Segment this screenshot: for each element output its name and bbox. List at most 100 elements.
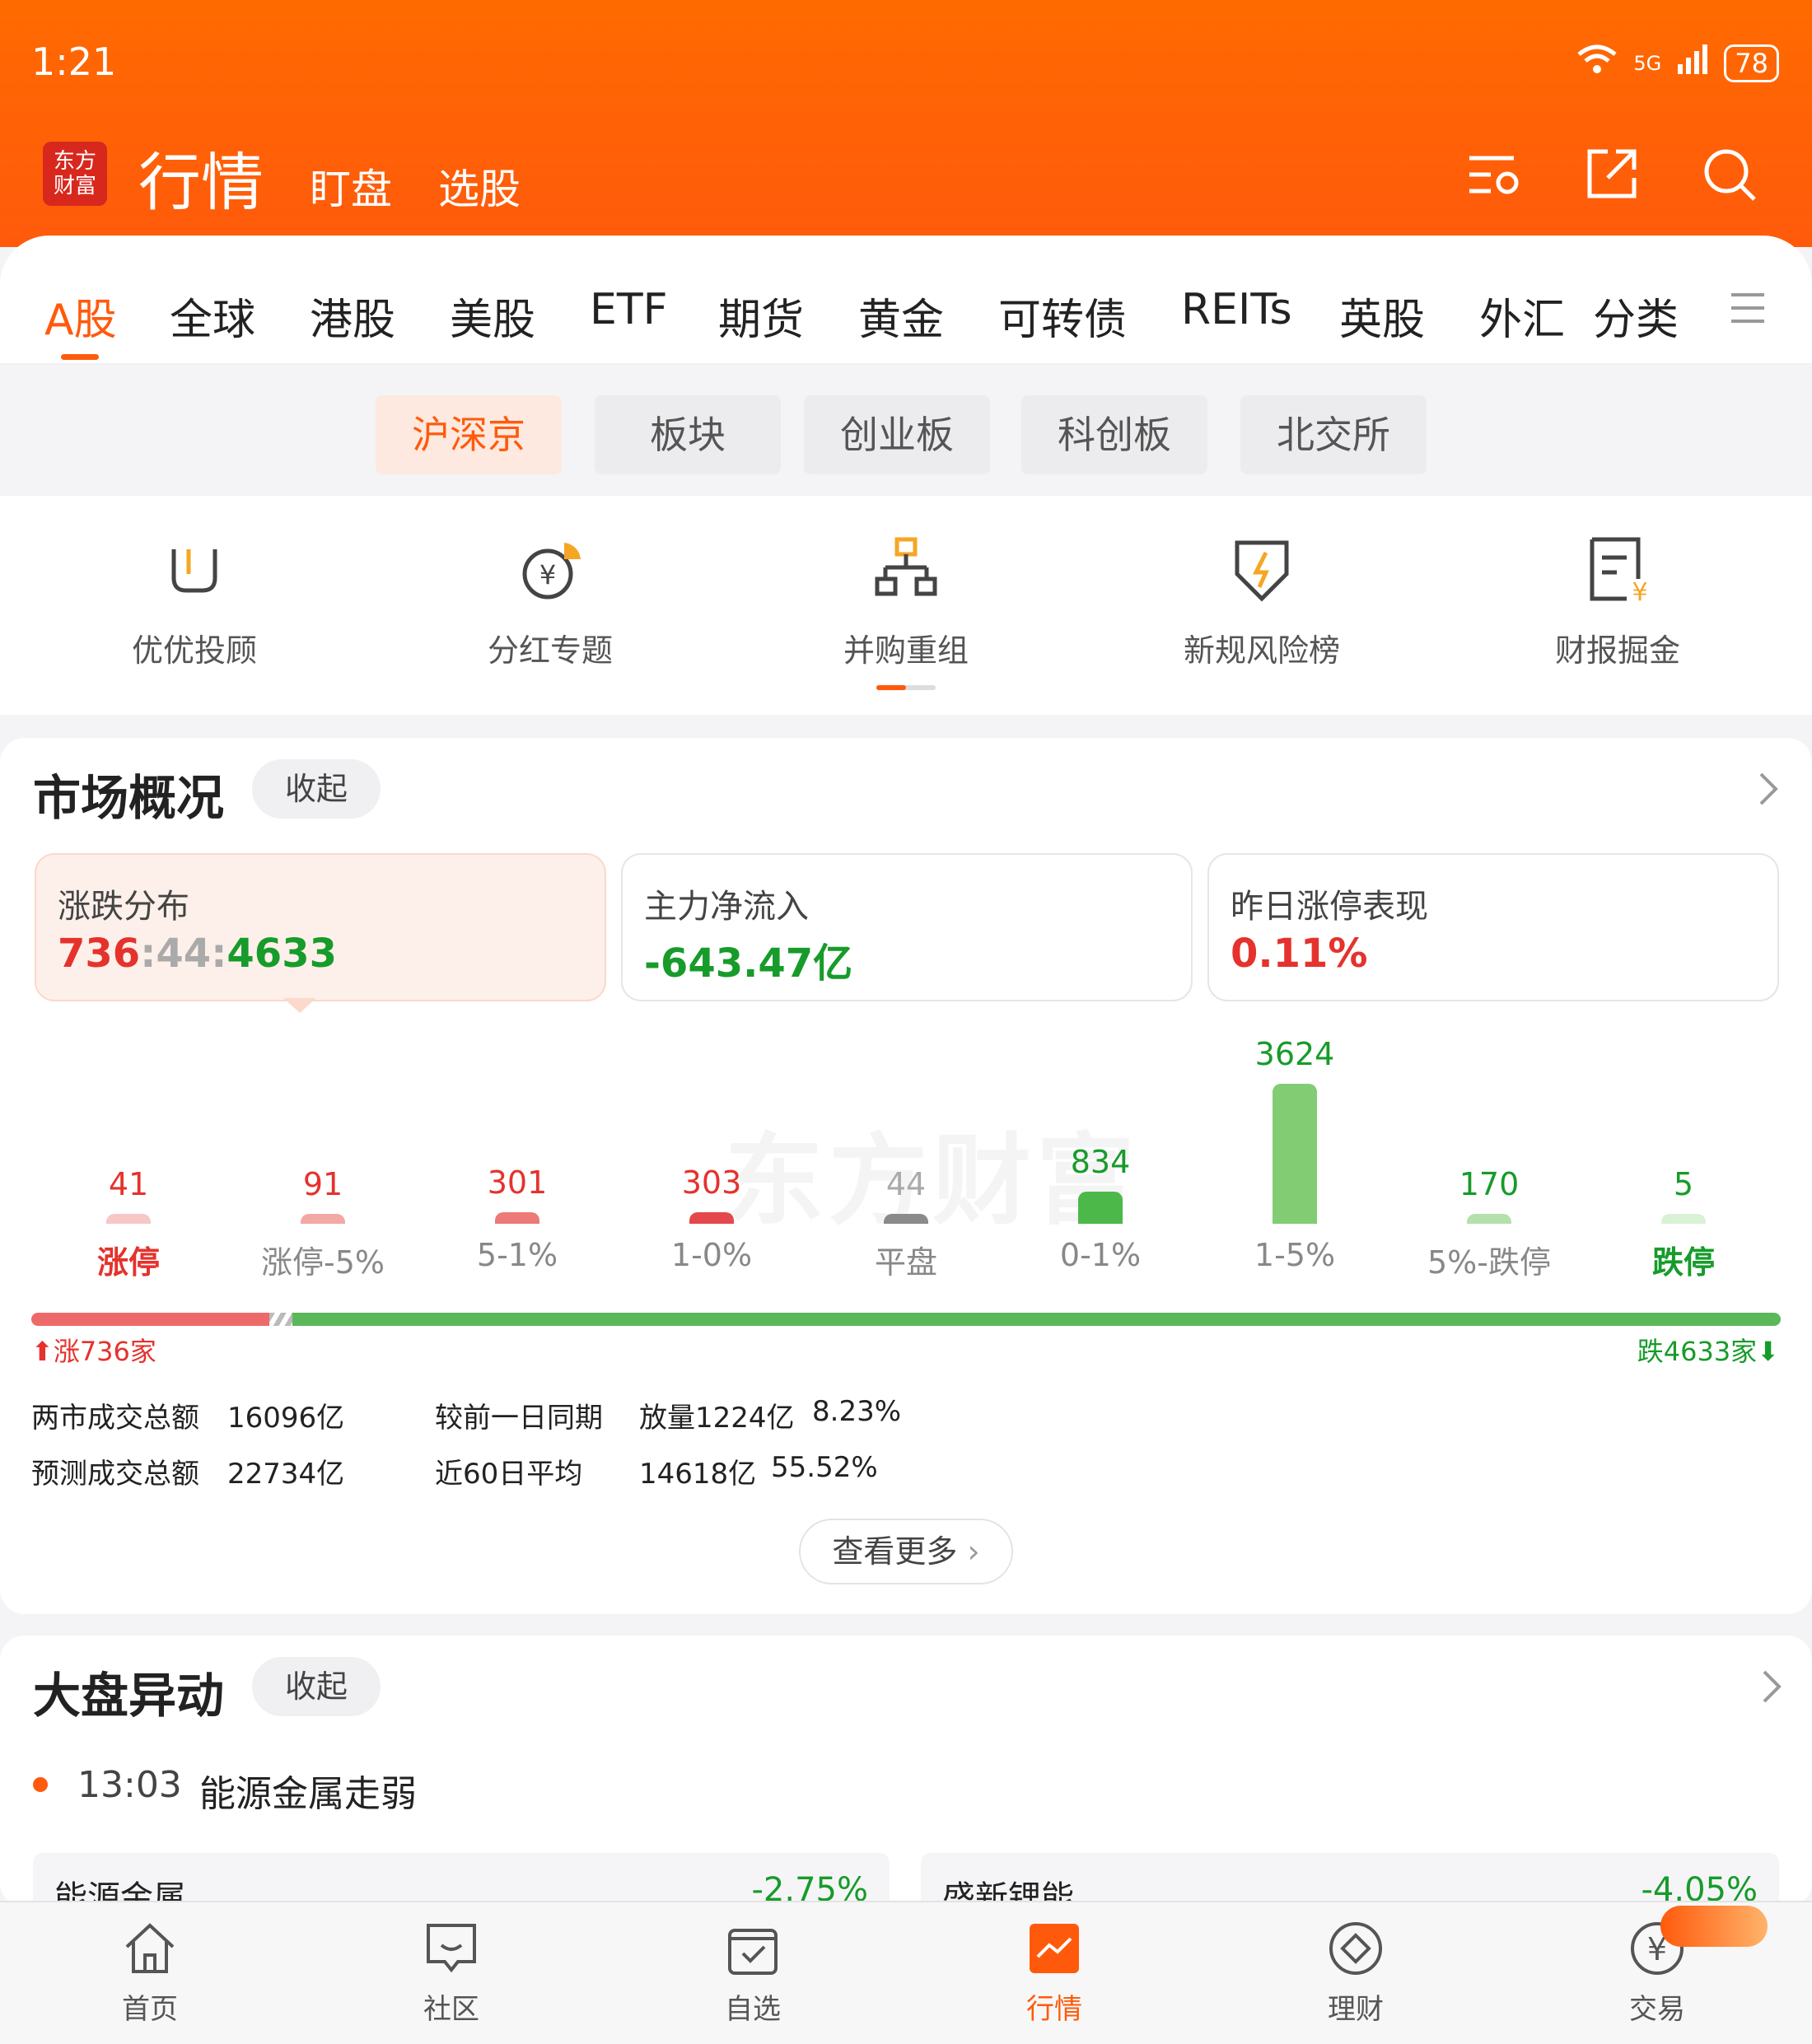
distribution-value: 834	[1070, 1144, 1131, 1180]
subtab-star[interactable]: 科创板	[1021, 395, 1207, 474]
app-header	[0, 0, 1812, 247]
nav-community-label: 社区	[423, 1993, 479, 2026]
sub-tabs: 沪深京 板块 创业板 科创板 北交所	[0, 364, 1812, 496]
up-down-ratio-bar	[31, 1313, 1781, 1326]
tab-global[interactable]: 全球	[170, 285, 255, 347]
distribution-value: 301	[487, 1164, 548, 1201]
distribution-label: 1-0%	[670, 1237, 753, 1273]
subtab-bse[interactable]: 北交所	[1240, 395, 1427, 474]
tab-a-share[interactable]: A股	[44, 285, 117, 347]
distribution-bar	[301, 1214, 345, 1224]
tab-uk[interactable]: 英股	[1339, 285, 1425, 347]
feature-mna[interactable]: 并购重组	[782, 533, 1030, 690]
subtab-chinext[interactable]: 创业板	[804, 395, 990, 474]
event-time: 13:03	[77, 1764, 182, 1806]
event-text[interactable]: 能源金属走弱	[199, 1764, 417, 1817]
advisor-icon	[171, 549, 217, 593]
down-count-label: 跌4633家⬇	[1637, 1331, 1779, 1369]
tab-etf[interactable]: ETF	[590, 285, 668, 334]
forecast-label: 预测成交总额	[31, 1458, 199, 1491]
up-count: 736	[58, 931, 141, 977]
feature-shortcuts: 优优投顾 ¥ 分红专题 并购重组 新规风险榜 ¥ 财报掘金	[0, 496, 1812, 715]
tab-convertible[interactable]: 可转债	[998, 285, 1127, 347]
compare-value: 放量1224亿	[639, 1402, 795, 1435]
signal-label: 5G	[1633, 51, 1662, 75]
bottom-navigation: 首页 社区 自选 行情 理财 ¥ 交易	[0, 1901, 1812, 2044]
tab-category[interactable]: 分类	[1593, 285, 1679, 347]
distribution-bar	[1661, 1214, 1706, 1224]
feature-risk-board[interactable]: 新规风险榜	[1138, 533, 1385, 670]
menu-icon[interactable]	[1730, 290, 1766, 329]
down-count: 4633	[226, 931, 337, 977]
svg-text:¥: ¥	[539, 559, 556, 590]
distribution-value: 91	[302, 1166, 343, 1202]
avg60-label: 近60日平均	[435, 1458, 583, 1491]
nav-trade-label: 交易	[1629, 1993, 1685, 2026]
distribution-value: 5	[1673, 1166, 1694, 1202]
movement-collapse-button[interactable]: 收起	[252, 1657, 381, 1716]
share-icon[interactable]	[1583, 145, 1641, 203]
search-icon[interactable]	[1700, 145, 1758, 203]
tab-forex[interactable]: 外汇	[1479, 285, 1565, 347]
settings-list-icon[interactable]	[1466, 145, 1524, 203]
sep1: :	[140, 931, 156, 977]
feature-mna-label: 并购重组	[843, 632, 969, 669]
svg-text:¥: ¥	[1632, 578, 1647, 607]
distribution-value: 303	[681, 1164, 742, 1201]
promo-badge-icon[interactable]	[1660, 1906, 1768, 1947]
market-tabs: A股 全球 港股 美股 ETF 期货 黄金 可转债 REITs 英股 外汇 分类	[0, 236, 1812, 365]
nav-watch[interactable]: 盯盘	[310, 156, 392, 216]
signal-bars-icon	[1676, 44, 1709, 82]
subtab-sector[interactable]: 板块	[595, 395, 781, 474]
distribution-bar	[1467, 1214, 1511, 1224]
movement-card-stock[interactable]: 盛新锂能 -4.05%	[921, 1853, 1779, 1917]
distribution-label: 涨停	[96, 1244, 160, 1281]
overview-collapse-button[interactable]: 收起	[252, 759, 381, 819]
subtab-hs-bj[interactable]: 沪深京	[376, 395, 562, 474]
distribution-value: 41	[108, 1166, 149, 1202]
stat-distribution[interactable]: 涨跌分布 736:44:4633	[35, 853, 606, 1013]
stat-distribution-value: 736:44:4633	[58, 931, 337, 977]
movement-card-sector[interactable]: 能源金属 -2.75%	[33, 1853, 890, 1917]
tab-gold[interactable]: 黄金	[858, 285, 944, 347]
distribution-value: 3624	[1254, 1036, 1335, 1072]
tab-futures[interactable]: 期货	[718, 285, 804, 347]
view-more-button[interactable]: 查看更多 ›	[799, 1519, 1013, 1584]
forecast-value: 22734亿	[227, 1458, 345, 1491]
distribution-bar	[1273, 1084, 1317, 1224]
nav-wealth[interactable]: 理财	[1273, 1919, 1438, 2027]
feature-advisor[interactable]: 优优投顾	[71, 533, 318, 670]
nav-stock-picker[interactable]: 选股	[438, 156, 521, 216]
wealth-icon	[1329, 1922, 1382, 1975]
tab-us[interactable]: 美股	[450, 285, 535, 347]
distribution-value: 44	[885, 1166, 927, 1202]
distribution-label: 5%-跌停	[1427, 1244, 1551, 1281]
tab-reits[interactable]: REITs	[1181, 285, 1292, 334]
status-indicators: 5G 78	[1576, 43, 1779, 83]
nav-watchlist[interactable]: 自选	[670, 1919, 835, 2027]
tab-hk[interactable]: 港股	[310, 285, 395, 347]
nav-market[interactable]: 行情	[972, 1919, 1137, 2027]
nav-community[interactable]: 社区	[369, 1919, 534, 2027]
arrow-up-icon: ⬆	[31, 1336, 54, 1367]
home-icon	[125, 1923, 175, 1973]
nav-home[interactable]: 首页	[68, 1919, 232, 2027]
overview-chevron-right-icon[interactable]	[1756, 771, 1781, 810]
report-icon: ¥	[1590, 537, 1648, 607]
shield-icon	[1235, 540, 1289, 602]
distribution-label: 跌停	[1651, 1244, 1715, 1281]
total-turnover-label: 两市成交总额	[31, 1402, 199, 1435]
stat-main-inflow[interactable]: 主力净流入 -643.47亿	[621, 853, 1193, 1001]
stat-limit-up-perf-value: 0.11%	[1231, 931, 1368, 977]
nav-market-label: 行情	[1026, 1993, 1082, 2026]
feature-earnings-label: 财报掘金	[1554, 632, 1680, 669]
feature-dividend[interactable]: ¥ 分红专题	[427, 533, 674, 670]
distribution-label: 平盘	[874, 1244, 937, 1281]
ratio-up-segment	[31, 1313, 269, 1326]
stat-distribution-title: 涨跌分布	[58, 888, 189, 926]
nav-wealth-label: 理财	[1328, 1993, 1384, 2026]
feature-earnings[interactable]: ¥ 财报掘金	[1494, 533, 1741, 670]
movement-chevron-right-icon[interactable]	[1759, 1668, 1784, 1708]
watchlist-icon	[728, 1929, 778, 1975]
stat-limit-up-perf[interactable]: 昨日涨停表现 0.11%	[1207, 853, 1779, 1001]
